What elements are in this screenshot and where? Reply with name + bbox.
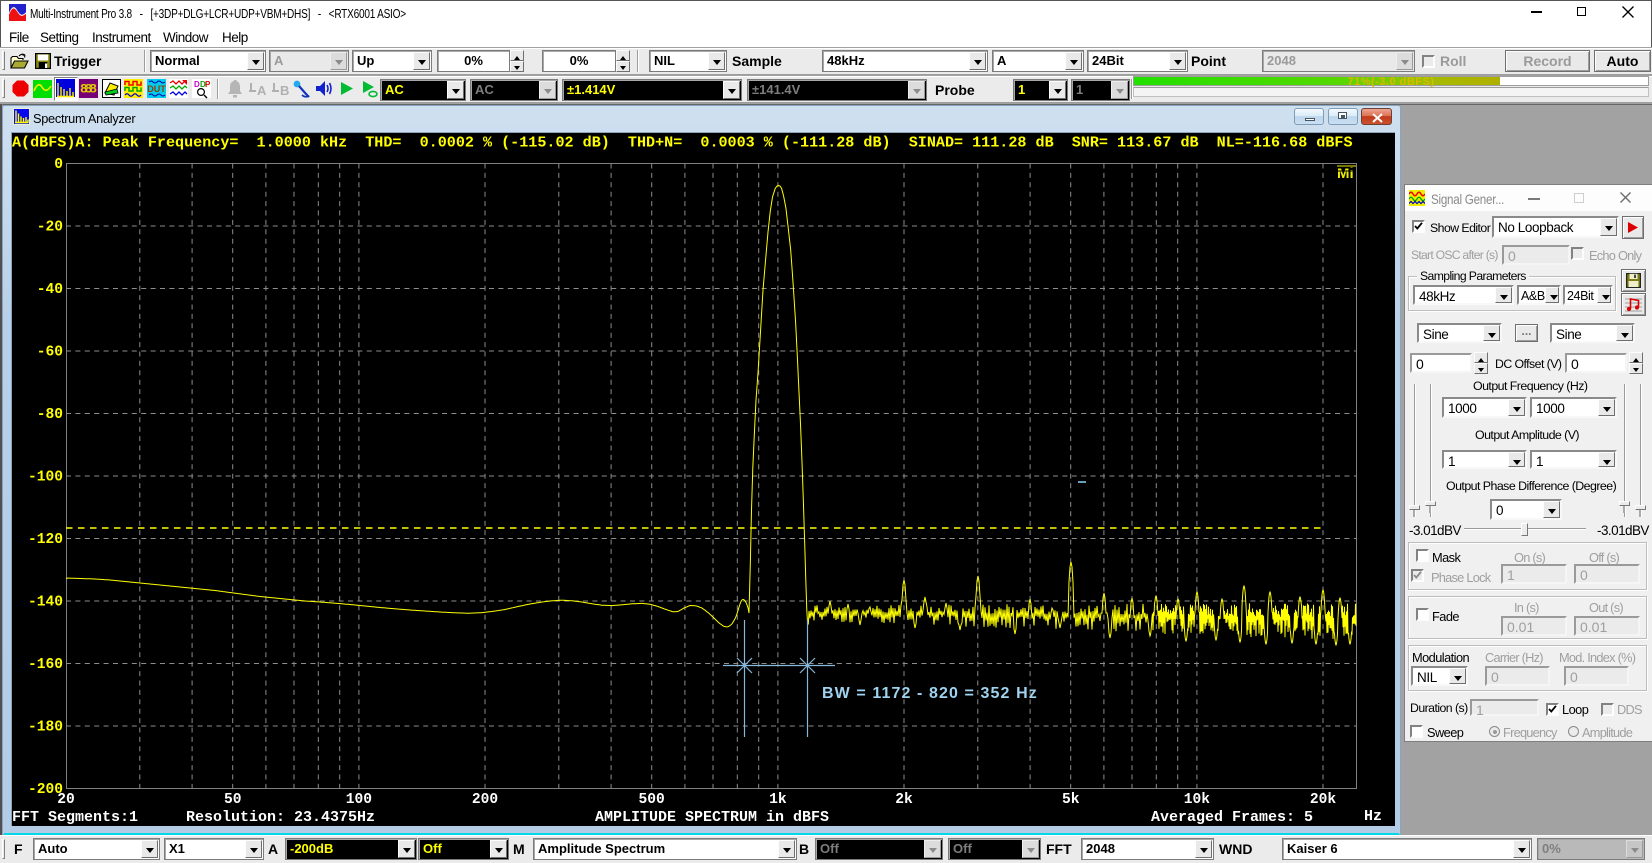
svg-text:-140: -140: [28, 595, 63, 611]
svg-text:P: P: [205, 80, 211, 89]
svg-text:Resolution: 23.4375Hz: Resolution: 23.4375Hz: [186, 809, 375, 826]
svg-text:-80: -80: [37, 407, 63, 423]
svg-text:-100: -100: [28, 470, 63, 486]
svg-text:FFT Segments:1: FFT Segments:1: [12, 809, 138, 826]
svg-text:Averaged Frames: 5: Averaged Frames: 5: [1151, 809, 1313, 826]
svg-text:500: 500: [639, 792, 665, 808]
svg-text:200: 200: [472, 792, 498, 808]
svg-text:5k: 5k: [1062, 792, 1080, 808]
svg-text:A(dBFS)A: Peak Frequency= 1.0: A(dBFS)A: Peak Frequency= 1.0000 kHz THD…: [12, 134, 1353, 152]
svg-text:888: 888: [80, 82, 97, 97]
svg-text:-120: -120: [28, 532, 63, 548]
svg-text:BW = 1172 - 820 = 352 Hz: BW = 1172 - 820 = 352 Hz: [822, 685, 1038, 702]
svg-text:50: 50: [224, 792, 242, 808]
svg-text:B: B: [280, 83, 289, 98]
svg-text:1k: 1k: [769, 792, 787, 808]
svg-text:-20: -20: [37, 220, 63, 236]
svg-text:20: 20: [57, 792, 75, 808]
svg-text:100: 100: [346, 792, 372, 808]
svg-text:-60: -60: [37, 345, 63, 361]
svg-text:-160: -160: [28, 657, 63, 673]
svg-text:2k: 2k: [895, 792, 913, 808]
svg-text:A: A: [257, 83, 267, 98]
svg-text:0: 0: [54, 157, 63, 173]
svg-text:10k: 10k: [1184, 792, 1211, 808]
svg-text:-40: -40: [37, 282, 63, 298]
svg-text:-180: -180: [28, 720, 63, 736]
svg-text:AMPLITUDE SPECTRUM in dBFS: AMPLITUDE SPECTRUM in dBFS: [595, 809, 829, 826]
svg-text:20k: 20k: [1310, 792, 1337, 808]
svg-text:Hz: Hz: [1364, 808, 1382, 825]
svg-text:DUT: DUT: [147, 84, 166, 94]
